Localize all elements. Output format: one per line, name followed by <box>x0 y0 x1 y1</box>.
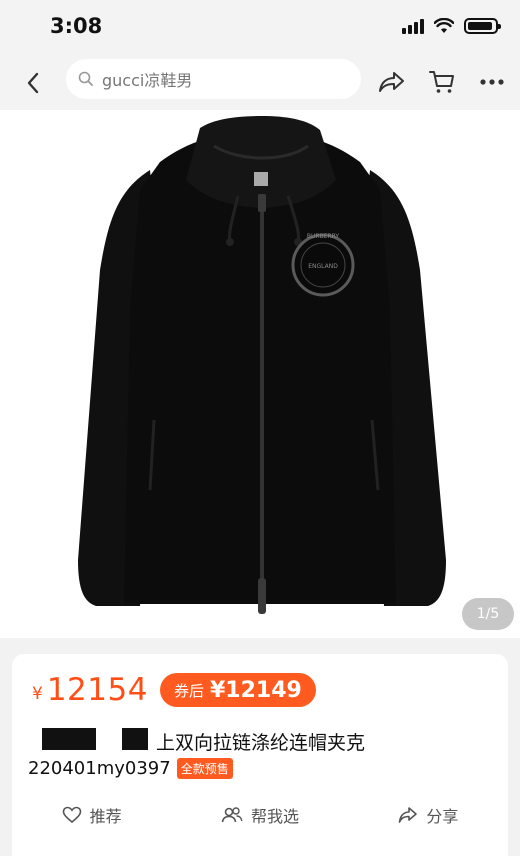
chevron-left-icon <box>27 72 39 94</box>
share-action-button[interactable]: 分享 <box>398 803 458 827</box>
share-arrow-icon <box>379 72 404 92</box>
back-button[interactable] <box>18 68 48 98</box>
product-code: 220401my0397 <box>28 758 171 779</box>
share-icon <box>399 807 418 823</box>
presale-badge: 全款预售 <box>176 758 233 779</box>
status-bar: 3:08 <box>0 0 520 56</box>
share-label: 分享 <box>426 807 459 826</box>
redaction-block <box>42 728 96 750</box>
price-currency: ¥ <box>32 684 43 704</box>
heart-icon <box>62 806 81 824</box>
product-title-text: 上双向拉链涤纶连帽夹克 <box>156 732 366 754</box>
coupon-price-badge[interactable]: 券后 ¥12149 <box>159 673 316 707</box>
recommend-button[interactable]: 推荐 <box>62 803 122 827</box>
coupon-label: 券后 <box>173 681 204 700</box>
more-dots-icon <box>480 79 504 85</box>
coupon-price: ¥12149 <box>209 677 302 703</box>
product-code-row: 220401my0397 全款预售 <box>28 758 233 779</box>
help-choose-label: 帮我选 <box>250 807 299 826</box>
help-choose-button[interactable]: 帮我选 <box>221 803 299 827</box>
status-time: 3:08 <box>50 14 103 38</box>
product-image <box>78 116 446 614</box>
recommend-label: 推荐 <box>89 807 122 826</box>
share-button[interactable] <box>376 66 408 98</box>
product-title[interactable]: 上双向拉链涤纶连帽夹克 <box>28 728 498 754</box>
cart-icon <box>429 71 454 93</box>
more-button[interactable] <box>476 66 508 98</box>
nav-bar: gucci凉鞋男 <box>0 56 520 110</box>
price-row: ¥ 12154 券后 ¥12149 <box>32 672 316 708</box>
cellular-signal-icon <box>402 18 424 34</box>
logo-text-top: BURBERRY <box>306 233 340 240</box>
wifi-icon <box>434 18 454 33</box>
status-icons <box>402 18 501 34</box>
search-query: gucci凉鞋男 <box>102 71 193 90</box>
image-page-indicator: 1/5 <box>462 598 514 630</box>
logo-badge: BURBERRY ENGLAND <box>300 233 346 271</box>
action-bar: 推荐 帮我选 分享 <box>12 800 508 830</box>
people-icon <box>221 807 243 823</box>
search-input[interactable]: gucci凉鞋男 <box>66 59 361 99</box>
battery-icon <box>464 18 501 34</box>
logo-text-bottom: ENGLAND <box>308 263 338 270</box>
product-info-card: ¥ 12154 券后 ¥12149 上双向拉链涤纶连帽夹克 220401my03… <box>12 654 508 856</box>
search-icon <box>78 70 96 88</box>
cart-button[interactable] <box>426 66 458 98</box>
redaction-block <box>122 728 148 750</box>
product-image-carousel[interactable]: BURBERRY ENGLAND 1/5 <box>0 110 520 638</box>
price: 12154 <box>46 672 148 708</box>
nav-actions <box>376 66 508 98</box>
